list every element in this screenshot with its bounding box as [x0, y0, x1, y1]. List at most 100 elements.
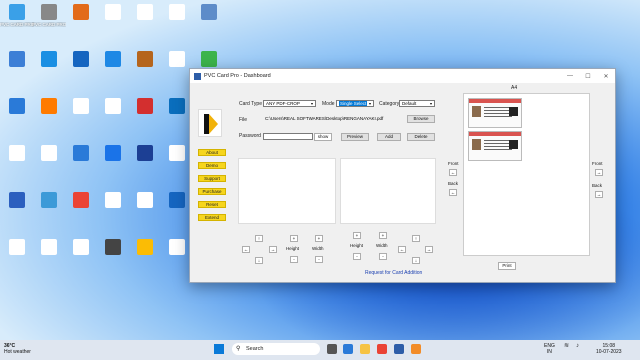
desktop-icon[interactable]	[32, 239, 66, 257]
desktop-icon[interactable]	[32, 145, 66, 163]
desktop-icon[interactable]	[192, 4, 226, 22]
minimize-button[interactable]: —	[561, 73, 579, 79]
desktop-icon[interactable]	[0, 239, 34, 257]
front-width-minus[interactable]: -	[315, 256, 323, 263]
chat-icon[interactable]	[343, 344, 353, 354]
about-button[interactable]: About	[198, 149, 226, 156]
clock[interactable]: 15:08 10-07-2023	[596, 343, 622, 355]
desktop-icon-image	[41, 192, 57, 208]
desktop-icon[interactable]	[64, 239, 98, 257]
back-height-minus[interactable]: -	[353, 253, 361, 260]
card-type-select[interactable]: ANY PDF-CROP ▾	[263, 100, 316, 107]
language-indicator[interactable]: ENG IN	[544, 343, 555, 355]
desktop-icon[interactable]	[160, 4, 194, 22]
close-button[interactable]: ✕	[597, 73, 615, 80]
back-up-arrow[interactable]: ↑	[412, 235, 420, 242]
delete-button[interactable]: Delete	[407, 133, 435, 141]
desktop-icon[interactable]	[64, 4, 98, 22]
back-right-arrow[interactable]: →	[425, 246, 433, 253]
extend-button[interactable]: Extend	[198, 214, 226, 221]
desktop-icon[interactable]	[128, 192, 162, 210]
desktop-icon[interactable]	[128, 98, 162, 116]
back-down-arrow[interactable]: ↓	[412, 257, 420, 264]
desktop-icon[interactable]	[32, 98, 66, 116]
back-width-plus[interactable]: +	[379, 232, 387, 239]
support-button[interactable]: Support	[198, 175, 226, 182]
front-width-plus[interactable]: +	[315, 235, 323, 242]
wifi-icon[interactable]: ≋	[564, 343, 569, 349]
desktop-icon[interactable]	[32, 192, 66, 210]
desktop-icon[interactable]	[192, 51, 226, 69]
file-path-field[interactable]: C:\Users\REAL SOFTWARES\Desktop\RENGANAY…	[263, 116, 403, 123]
desktop-icon-image	[9, 4, 25, 20]
title-bar[interactable]: PVC Card Pro - Dashboard — ☐ ✕	[190, 69, 615, 83]
desktop-icon-image	[169, 98, 185, 114]
taskbar-search-box[interactable]: ⚲ Search	[232, 343, 320, 355]
password-field[interactable]	[263, 133, 313, 140]
back-preview-pane	[340, 158, 436, 224]
desktop-icon[interactable]	[64, 145, 98, 163]
front-next-arrow[interactable]: →	[595, 169, 603, 176]
a4-label: A4	[511, 85, 518, 91]
back-next-arrow[interactable]: →	[595, 191, 603, 198]
purchase-button[interactable]: Purchase	[198, 188, 226, 195]
desktop-icon-image	[73, 192, 89, 208]
desktop-icon-image	[73, 4, 89, 20]
desktop-icon-image	[169, 192, 185, 208]
desktop-icon[interactable]	[0, 192, 34, 210]
desktop-icon[interactable]	[128, 51, 162, 69]
task-view-icon[interactable]	[327, 344, 337, 354]
category-select[interactable]: Default ▾	[399, 100, 435, 107]
desktop-icon[interactable]	[128, 145, 162, 163]
desktop-icon[interactable]	[64, 51, 98, 69]
desktop-icon[interactable]: PVC CARD PRO	[0, 4, 34, 27]
category-value: Default	[402, 101, 417, 106]
print-button[interactable]: Print	[498, 262, 516, 270]
desktop-icon[interactable]	[96, 51, 130, 69]
desktop-icon[interactable]	[32, 51, 66, 69]
desktop-icon-image	[73, 239, 89, 255]
request-card-addition-link[interactable]: Request for Card Addition	[365, 270, 422, 276]
demo-button[interactable]: Demo	[198, 162, 226, 169]
desktop-icon-image	[105, 51, 121, 67]
front-up-arrow[interactable]: ↑	[255, 235, 263, 242]
volume-icon[interactable]: ♪	[576, 343, 579, 349]
back-left-arrow[interactable]: ←	[398, 246, 406, 253]
pvc-card-pro-taskbar-icon[interactable]	[394, 344, 404, 354]
desktop-icon[interactable]	[128, 239, 162, 257]
desktop-icon[interactable]	[128, 4, 162, 22]
front-height-plus[interactable]: +	[290, 235, 298, 242]
desktop-icon[interactable]	[64, 192, 98, 210]
desktop-icon[interactable]	[96, 239, 130, 257]
desktop-icon[interactable]	[160, 51, 194, 69]
desktop-icon[interactable]	[0, 51, 34, 69]
front-right-arrow[interactable]: →	[269, 246, 277, 253]
back-height-plus[interactable]: +	[353, 232, 361, 239]
back-width-minus[interactable]: -	[379, 253, 387, 260]
mode-select[interactable]: Single Select ▾	[336, 100, 374, 107]
windows-start-icon[interactable]	[214, 344, 224, 354]
front-down-arrow[interactable]: ↓	[255, 257, 263, 264]
desktop-icon[interactable]	[0, 145, 34, 163]
chrome-icon[interactable]	[377, 344, 387, 354]
show-password-button[interactable]: show	[314, 133, 332, 141]
front-height-minus[interactable]: -	[290, 256, 298, 263]
desktop-icon[interactable]: PVC CARD PRO	[32, 4, 66, 27]
front-left-arrow[interactable]: ←	[242, 246, 250, 253]
desktop-icon[interactable]	[96, 4, 130, 22]
weather-widget[interactable]: 36°C Hot weather	[4, 343, 31, 355]
add-button[interactable]: Add	[377, 133, 401, 141]
desktop-icon[interactable]	[0, 98, 34, 116]
desktop-icon[interactable]	[96, 192, 130, 210]
maximize-button[interactable]: ☐	[579, 73, 597, 80]
back-prev-arrow[interactable]: ←	[449, 189, 457, 196]
desktop-icon[interactable]	[96, 98, 130, 116]
front-prev-arrow[interactable]: ←	[449, 169, 457, 176]
browse-button[interactable]: Browse	[407, 115, 435, 123]
file-explorer-icon[interactable]	[360, 344, 370, 354]
preview-button[interactable]: Preview	[341, 133, 369, 141]
desktop-icon[interactable]	[96, 145, 130, 163]
app-taskbar-icon[interactable]	[411, 344, 421, 354]
desktop-icon[interactable]	[64, 98, 98, 116]
reset-button[interactable]: Reset	[198, 201, 226, 208]
